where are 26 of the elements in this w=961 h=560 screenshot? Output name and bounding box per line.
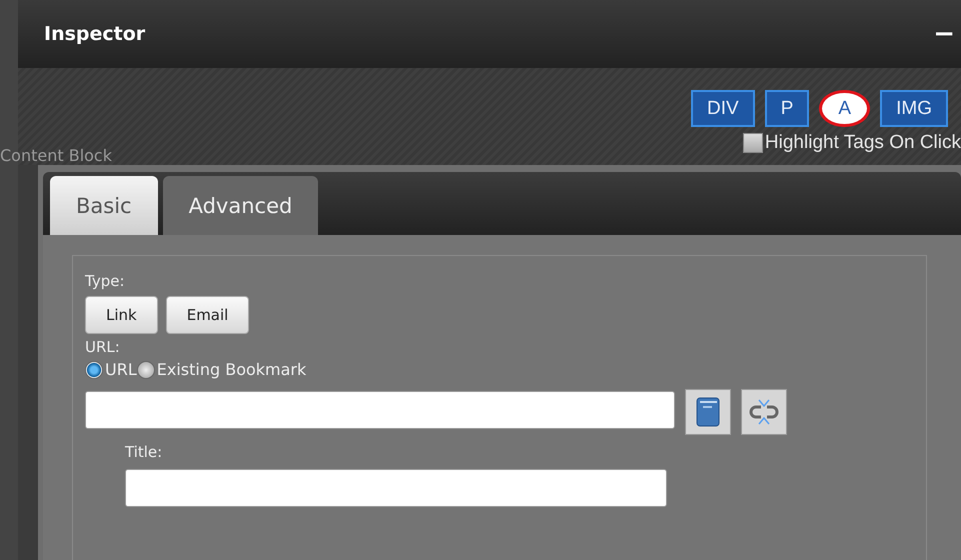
radio-label: URL bbox=[105, 360, 137, 379]
tag-button[interactable]: DIV bbox=[691, 90, 755, 127]
radio-label: Existing Bookmark bbox=[156, 360, 306, 379]
content-block-heading: Content Block bbox=[0, 146, 112, 165]
title-input-field[interactable] bbox=[125, 469, 667, 507]
radio-button[interactable] bbox=[85, 360, 103, 378]
title-label: Title: bbox=[125, 443, 164, 461]
minimize-button[interactable]: − bbox=[927, 19, 961, 49]
tab[interactable]: Basic bbox=[50, 176, 158, 235]
tag-button[interactable]: P bbox=[764, 90, 810, 127]
type-button[interactable]: Link bbox=[85, 296, 158, 334]
window-title: Inspector bbox=[44, 23, 146, 45]
unlink-button[interactable] bbox=[741, 389, 787, 435]
tab[interactable]: Advanced bbox=[162, 176, 318, 235]
highlight-checkbox[interactable] bbox=[742, 133, 763, 153]
bookmark-button[interactable] bbox=[685, 389, 731, 435]
type-button[interactable]: Email bbox=[166, 296, 250, 334]
broken-link-icon bbox=[748, 398, 780, 426]
tag-button[interactable]: A bbox=[819, 90, 870, 127]
tag-button[interactable]: IMG bbox=[880, 90, 948, 127]
book-icon bbox=[695, 397, 721, 427]
highlight-label: Highlight Tags On Click bbox=[764, 132, 961, 154]
url-input-field[interactable] bbox=[85, 391, 675, 429]
url-label: URL: bbox=[85, 338, 120, 356]
type-label: Type: bbox=[85, 272, 125, 290]
radio-button[interactable] bbox=[136, 360, 155, 378]
